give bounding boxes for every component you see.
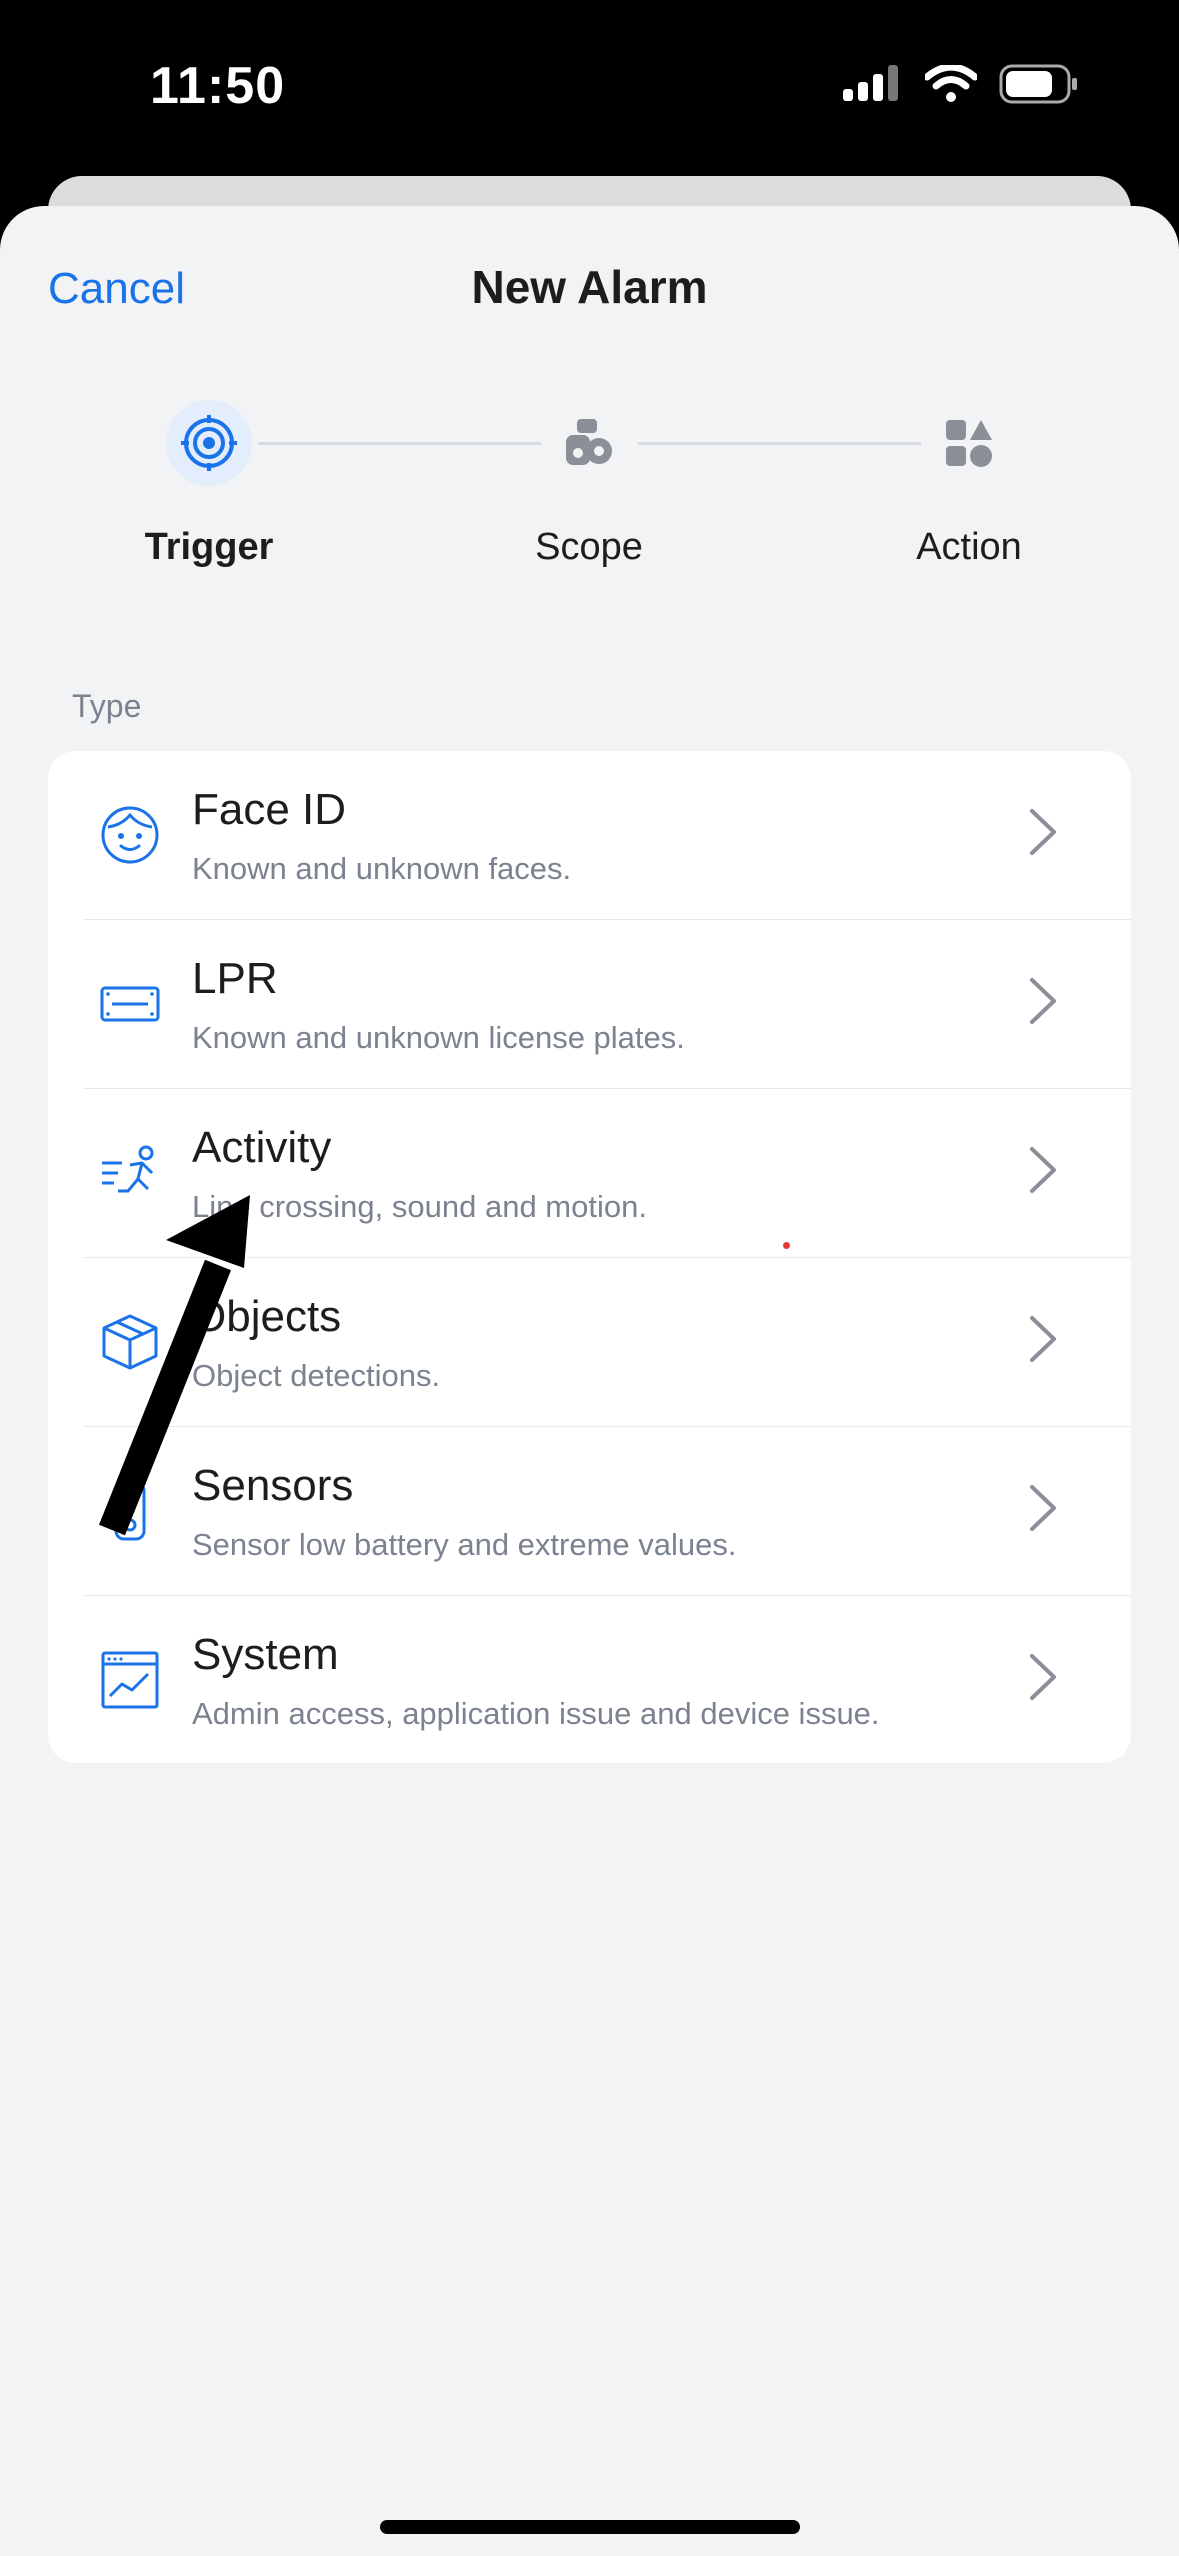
step-action-icon-wrap[interactable] xyxy=(926,400,1012,486)
trigger-type-list: Face ID Known and unknown faces. LPR Kno… xyxy=(48,751,1131,1763)
system-chart-icon xyxy=(101,1651,159,1709)
target-icon xyxy=(181,415,237,471)
step-trigger-label[interactable]: Trigger xyxy=(59,526,359,569)
list-item-face-id[interactable]: Face ID Known and unknown faces. xyxy=(48,751,1131,920)
license-plate-icon xyxy=(100,986,160,1022)
status-time: 11:50 xyxy=(150,57,286,115)
step-connector xyxy=(258,442,541,445)
list-item-system[interactable]: System Admin access, application issue a… xyxy=(48,1596,1131,1763)
list-item-title: Face ID xyxy=(192,785,347,834)
step-scope-label[interactable]: Scope xyxy=(439,526,739,569)
sensor-icon xyxy=(114,1481,146,1541)
face-icon xyxy=(101,806,159,864)
chevron-right-icon xyxy=(1030,1147,1056,1193)
section-label-type: Type xyxy=(72,688,142,724)
wifi-icon xyxy=(925,65,977,102)
step-trigger-icon-wrap[interactable] xyxy=(166,400,252,486)
red-marker-dot xyxy=(783,1242,790,1249)
list-item-title: System xyxy=(192,1630,339,1679)
chevron-right-icon xyxy=(1030,1654,1056,1700)
list-item-sensors[interactable]: Sensors Sensor low battery and extreme v… xyxy=(48,1427,1131,1596)
list-item-title: Sensors xyxy=(192,1461,354,1510)
home-indicator[interactable] xyxy=(380,2520,800,2534)
list-item-description: Line crossing, sound and motion. xyxy=(192,1189,647,1224)
scope-icon xyxy=(566,419,612,465)
shapes-icon xyxy=(946,420,992,467)
new-alarm-sheet: Cancel New Alarm Trigger Scope Action Ty… xyxy=(0,206,1179,2556)
running-person-icon xyxy=(102,1145,154,1193)
battery-icon xyxy=(999,64,1077,104)
step-action-label[interactable]: Action xyxy=(819,526,1119,569)
list-item-description: Admin access, application issue and devi… xyxy=(192,1696,880,1731)
step-connector xyxy=(638,442,921,445)
list-item-lpr[interactable]: LPR Known and unknown license plates. xyxy=(48,920,1131,1089)
chevron-right-icon xyxy=(1030,809,1056,855)
list-item-description: Sensor low battery and extreme values. xyxy=(192,1527,737,1562)
chevron-right-icon xyxy=(1030,1485,1056,1531)
list-item-description: Known and unknown faces. xyxy=(192,851,572,886)
page-title: New Alarm xyxy=(471,261,708,313)
step-scope-icon-wrap[interactable] xyxy=(546,400,632,486)
chevron-right-icon xyxy=(1030,1316,1056,1362)
list-item-title: Objects xyxy=(192,1292,342,1341)
list-item-title: Activity xyxy=(192,1123,332,1172)
list-item-description: Object detections. xyxy=(192,1358,441,1393)
status-bar: 11:50 xyxy=(0,0,1179,180)
cellular-signal-icon xyxy=(843,65,898,101)
list-item-activity[interactable]: Activity Line crossing, sound and motion… xyxy=(48,1089,1131,1258)
list-item-title: LPR xyxy=(192,954,278,1003)
box-icon xyxy=(102,1314,158,1370)
status-icons xyxy=(843,64,1079,104)
list-item-description: Known and unknown license plates. xyxy=(192,1020,685,1055)
chevron-right-icon xyxy=(1030,978,1056,1024)
list-item-objects[interactable]: Objects Object detections. xyxy=(48,1258,1131,1427)
